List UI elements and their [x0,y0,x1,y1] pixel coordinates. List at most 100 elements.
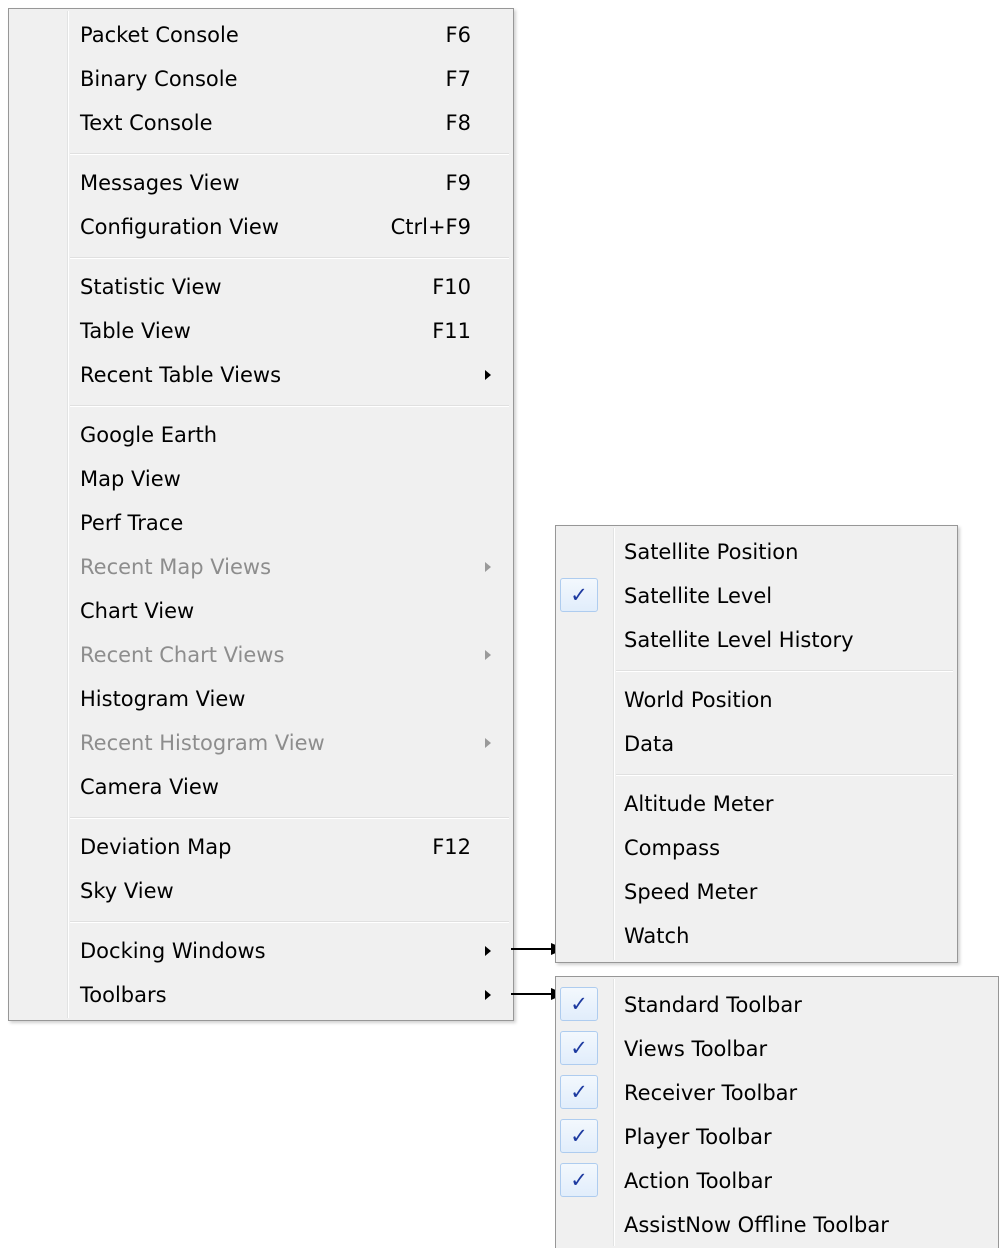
arrow-right-icon [511,948,551,950]
menu-separator [70,257,509,259]
menu-item-label: Toolbars [80,983,167,1007]
menu-item-label: Perf Trace [80,511,184,535]
menu-separator [616,774,953,776]
menu-item-label: Camera View [80,775,219,799]
menu-item-label: AssistNow Offline Toolbar [624,1213,889,1237]
menu-item-label: Histogram View [80,687,246,711]
menu-item-docking-windows[interactable]: Docking Windows [11,929,511,973]
menu-item-label: Receiver Toolbar [624,1081,798,1105]
menu-item-text-console[interactable]: Text Console F8 [11,101,511,145]
menu-item-standard-toolbar[interactable]: ✓ Standard Toolbar [558,983,996,1027]
menu-item-data[interactable]: Data [558,722,955,766]
menu-item-recent-histogram-view[interactable]: Recent Histogram View [11,721,511,765]
checkmark-icon: ✓ [570,992,588,1016]
check-indicator: ✓ [560,578,598,612]
menu-item-statistic-view[interactable]: Statistic View F10 [11,265,511,309]
menu-item-label: Table View [80,319,191,343]
menu-item-google-earth[interactable]: Google Earth [11,413,511,457]
menu-item-table-view[interactable]: Table View F11 [11,309,511,353]
menu-item-label: Player Toolbar [624,1125,772,1149]
menu-item-label: Altitude Meter [624,792,774,816]
menu-item-satellite-position[interactable]: Satellite Position [558,530,955,574]
menu-item-receiver-toolbar[interactable]: ✓ Receiver Toolbar [558,1071,996,1115]
menu-item-watch[interactable]: Watch [558,914,955,958]
menu-item-chart-view[interactable]: Chart View [11,589,511,633]
menu-item-label: Standard Toolbar [624,993,802,1017]
checkmark-icon: ✓ [570,1080,588,1104]
menu-item-label: Deviation Map [80,835,232,859]
menu-item-shortcut: Ctrl+F9 [390,215,471,239]
menu-item-recent-table-views[interactable]: Recent Table Views [11,353,511,397]
chevron-right-icon [485,370,491,380]
docking-windows-submenu: Satellite Position ✓ Satellite Level Sat… [555,525,958,963]
menu-item-shortcut: F7 [445,67,471,91]
menu-item-player-toolbar[interactable]: ✓ Player Toolbar [558,1115,996,1159]
menu-separator [616,670,953,672]
check-indicator: ✓ [560,1031,598,1065]
menu-item-satellite-level[interactable]: ✓ Satellite Level [558,574,955,618]
menu-item-shortcut: F8 [445,111,471,135]
chevron-right-icon [485,650,491,660]
menu-item-label: Satellite Position [624,540,799,564]
menu-item-label: Docking Windows [80,939,266,963]
menu-item-perf-trace[interactable]: Perf Trace [11,501,511,545]
menu-item-label: Statistic View [80,275,222,299]
menu-item-configuration-view[interactable]: Configuration View Ctrl+F9 [11,205,511,249]
menu-item-shortcut: F6 [445,23,471,47]
checkmark-icon: ✓ [570,1036,588,1060]
menu-item-sky-view[interactable]: Sky View [11,869,511,913]
menu-item-messages-view[interactable]: Messages View F9 [11,161,511,205]
menu-item-binary-console[interactable]: Binary Console F7 [11,57,511,101]
menu-item-compass[interactable]: Compass [558,826,955,870]
menu-item-label: Satellite Level History [624,628,854,652]
checkmark-icon: ✓ [570,583,588,607]
menu-item-label: Speed Meter [624,880,758,904]
menu-item-shortcut: F10 [432,275,471,299]
menu-item-label: Map View [80,467,181,491]
toolbars-submenu: ✓ Standard Toolbar ✓ Views Toolbar ✓ Rec… [555,976,999,1248]
check-indicator: ✓ [560,987,598,1021]
menu-item-label: Packet Console [80,23,239,47]
checkmark-icon: ✓ [570,1124,588,1148]
view-menu: Packet Console F6 Binary Console F7 Text… [8,8,514,1021]
menu-item-label: Google Earth [80,423,218,447]
menu-item-label: Watch [624,924,690,948]
menu-item-action-toolbar[interactable]: ✓ Action Toolbar [558,1159,996,1203]
menu-item-label: Data [624,732,675,756]
menu-item-label: World Position [624,688,773,712]
menu-item-label: Text Console [80,111,213,135]
menu-item-label: Compass [624,836,721,860]
menu-item-label: Binary Console [80,67,238,91]
checkmark-icon: ✓ [570,1168,588,1192]
menu-separator [70,817,509,819]
chevron-right-icon [485,562,491,572]
menu-item-packet-console[interactable]: Packet Console F6 [11,13,511,57]
menu-item-recent-chart-views[interactable]: Recent Chart Views [11,633,511,677]
menu-item-recent-map-views[interactable]: Recent Map Views [11,545,511,589]
menu-item-assistnow-offline-toolbar[interactable]: AssistNow Offline Toolbar [558,1203,996,1247]
chevron-right-icon [485,990,491,1000]
menu-item-shortcut: F12 [432,835,471,859]
chevron-right-icon [485,946,491,956]
menu-item-label: Chart View [80,599,195,623]
menu-item-label: Sky View [80,879,174,903]
menu-item-label: Views Toolbar [624,1037,768,1061]
menu-separator [70,405,509,407]
menu-separator [70,921,509,923]
menu-item-map-view[interactable]: Map View [11,457,511,501]
menu-item-label: Recent Histogram View [80,731,325,755]
menu-item-histogram-view[interactable]: Histogram View [11,677,511,721]
menu-item-speed-meter[interactable]: Speed Meter [558,870,955,914]
menu-item-views-toolbar[interactable]: ✓ Views Toolbar [558,1027,996,1071]
menu-item-satellite-level-history[interactable]: Satellite Level History [558,618,955,662]
chevron-right-icon [485,738,491,748]
menu-item-label: Recent Table Views [80,363,282,387]
menu-item-toolbars[interactable]: Toolbars [11,973,511,1017]
check-indicator: ✓ [560,1163,598,1197]
menu-item-world-position[interactable]: World Position [558,678,955,722]
menu-item-deviation-map[interactable]: Deviation Map F12 [11,825,511,869]
menu-item-camera-view[interactable]: Camera View [11,765,511,809]
menu-item-label: Recent Map Views [80,555,272,579]
menu-item-altitude-meter[interactable]: Altitude Meter [558,782,955,826]
menu-item-label: Satellite Level [624,584,773,608]
